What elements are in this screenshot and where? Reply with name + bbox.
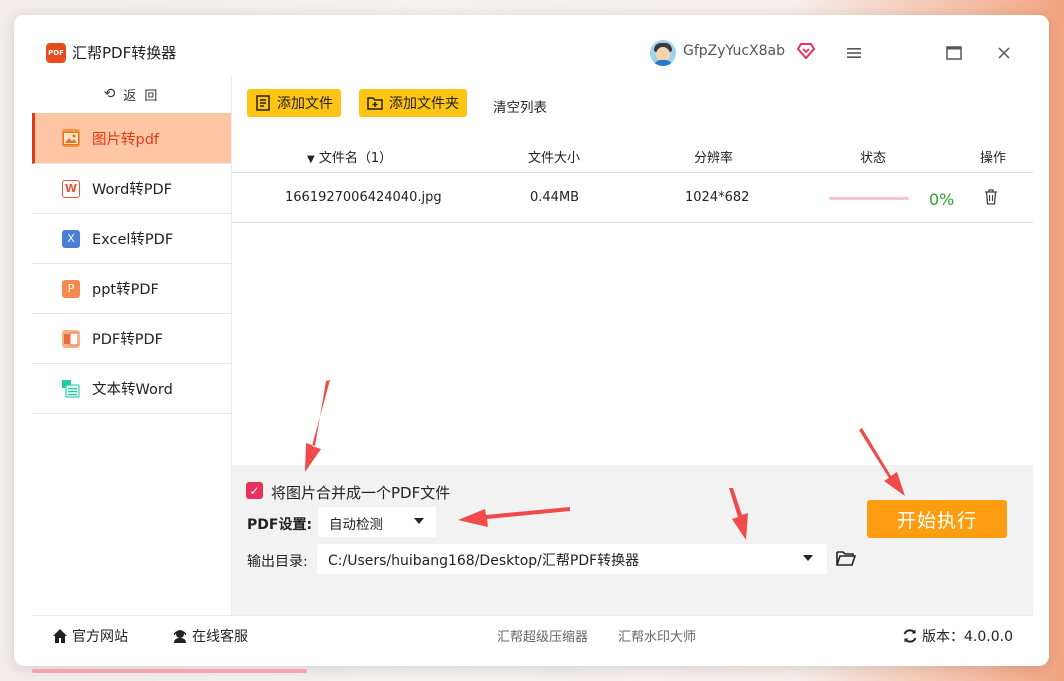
maximize-icon[interactable]	[942, 41, 966, 65]
sidebar-item-label: 文本转Word	[92, 382, 173, 398]
app-window: PDF 汇帮PDF转换器 GfpZyYucX8ab ⟲ 返 回 图片转pdf W…	[14, 15, 1049, 666]
output-dir-label: 输出目录:	[247, 554, 308, 570]
app-title: 汇帮PDF转换器	[72, 44, 177, 62]
excel-icon: X	[62, 229, 80, 248]
vip-diamond-icon[interactable]	[796, 42, 816, 60]
home-icon	[53, 629, 67, 643]
file-name: 1661927006424040.jpg	[285, 190, 442, 205]
sidebar-item-label: Word转PDF	[92, 182, 173, 198]
output-dir-select[interactable]: C:/Users/huibang168/Desktop/汇帮PDF转换器	[317, 544, 827, 574]
user-avatar[interactable]	[650, 40, 676, 66]
app-logo-icon: PDF	[46, 43, 66, 63]
watermark-link[interactable]: 汇帮水印大师	[618, 626, 696, 645]
action-header: 操作	[980, 151, 1007, 166]
sidebar-item-ppt-to-pdf[interactable]: P ppt转PDF	[32, 264, 231, 314]
online-support-label: 在线客服	[192, 629, 248, 645]
add-folder-label: 添加文件夹	[389, 96, 459, 112]
online-support-link[interactable]: 在线客服	[172, 626, 248, 646]
version-info[interactable]: 版本：4.0.0.0	[902, 626, 1013, 646]
open-folder-icon[interactable]	[836, 550, 856, 566]
sidebar-item-excel-to-pdf[interactable]: X Excel转PDF	[32, 214, 231, 264]
filename-header-label: 文件名（1）	[318, 151, 393, 166]
back-label: 返 回	[123, 88, 160, 104]
toolbar: 添加文件 添加文件夹 清空列表	[232, 75, 1033, 135]
ppt-icon: P	[62, 279, 80, 298]
add-file-button[interactable]: 添加文件	[247, 89, 341, 117]
table-row[interactable]: 1661927006424040.jpg 0.44MB 1024*682 0%	[232, 173, 1033, 223]
sidebar-item-label: PDF转PDF	[92, 332, 163, 348]
bottom-accent-strip	[32, 669, 307, 673]
size-header: 文件大小	[528, 151, 581, 166]
chevron-down-icon	[803, 555, 813, 561]
sidebar-item-image-to-pdf[interactable]: 图片转pdf	[32, 113, 231, 164]
add-file-label: 添加文件	[277, 96, 333, 112]
sort-filename-header[interactable]: ▼ 文件名（1）	[307, 147, 392, 166]
merge-checkbox[interactable]: ✓	[246, 482, 263, 499]
pdf-icon	[62, 329, 80, 348]
version-label: 版本：4.0.0.0	[922, 629, 1013, 645]
settings-panel: ✓ 将图片合并成一个PDF文件 PDF设置: 自动检测 输出目录: C:/Use…	[232, 465, 1033, 615]
resolution-header: 分辨率	[694, 151, 734, 166]
start-button[interactable]: 开始执行	[867, 500, 1007, 538]
sidebar-item-label: 图片转pdf	[92, 131, 160, 148]
output-dir-value: C:/Users/huibang168/Desktop/汇帮PDF转换器	[328, 553, 640, 569]
official-website-label: 官方网站	[72, 629, 128, 645]
refresh-icon	[903, 629, 917, 643]
official-website-link[interactable]: 官方网站	[52, 626, 128, 646]
compressor-link[interactable]: 汇帮超级压缩器	[497, 626, 588, 645]
progress-bar	[829, 197, 909, 200]
file-size: 0.44MB	[530, 190, 580, 205]
word-icon: W	[62, 179, 80, 198]
sort-caret-icon: ▼	[307, 154, 315, 165]
sidebar-item-text-to-word[interactable]: 文本转Word	[32, 364, 231, 414]
add-folder-icon	[367, 97, 383, 110]
table-header: ▼ 文件名（1） 文件大小 分辨率 状态 操作	[232, 137, 1033, 173]
sidebar: ⟲ 返 回 图片转pdf W Word转PDF X Excel转PDF P pp…	[32, 75, 232, 615]
pdf-setting-select[interactable]: 自动检测	[318, 507, 436, 537]
sidebar-item-label: ppt转PDF	[92, 282, 159, 298]
status-header: 状态	[860, 151, 887, 166]
merge-label[interactable]: 将图片合并成一个PDF文件	[271, 482, 450, 503]
username[interactable]: GfpZyYucX8ab	[683, 43, 785, 59]
sidebar-item-word-to-pdf[interactable]: W Word转PDF	[32, 164, 231, 214]
pdf-setting-label: PDF设置:	[247, 517, 313, 533]
add-file-icon	[256, 95, 270, 111]
text-icon	[62, 379, 80, 398]
headset-icon	[173, 630, 187, 643]
add-folder-button[interactable]: 添加文件夹	[359, 89, 467, 117]
title-bar: PDF 汇帮PDF转换器 GfpZyYucX8ab	[14, 15, 1049, 75]
menu-icon[interactable]	[842, 41, 866, 65]
delete-icon[interactable]	[984, 189, 998, 205]
back-button[interactable]: ⟲ 返 回	[32, 75, 231, 113]
sidebar-item-pdf-to-pdf[interactable]: PDF转PDF	[32, 314, 231, 364]
back-arrow-icon: ⟲	[103, 86, 118, 102]
clear-list-button[interactable]: 清空列表	[493, 96, 547, 116]
close-icon[interactable]	[992, 41, 1016, 65]
file-resolution: 1024*682	[685, 190, 750, 205]
main-panel: 添加文件 添加文件夹 清空列表 ▼ 文件名（1） 文件大小 分辨率 状态 操作 …	[232, 75, 1033, 615]
progress-percent: 0%	[929, 190, 955, 209]
chevron-down-icon	[414, 518, 424, 524]
pdf-setting-value: 自动检测	[329, 517, 383, 533]
footer: 官方网站 在线客服 汇帮超级压缩器 汇帮水印大师 版本：4.0.0.0	[32, 615, 1033, 653]
image-icon	[62, 129, 80, 147]
sidebar-item-label: Excel转PDF	[92, 232, 174, 248]
